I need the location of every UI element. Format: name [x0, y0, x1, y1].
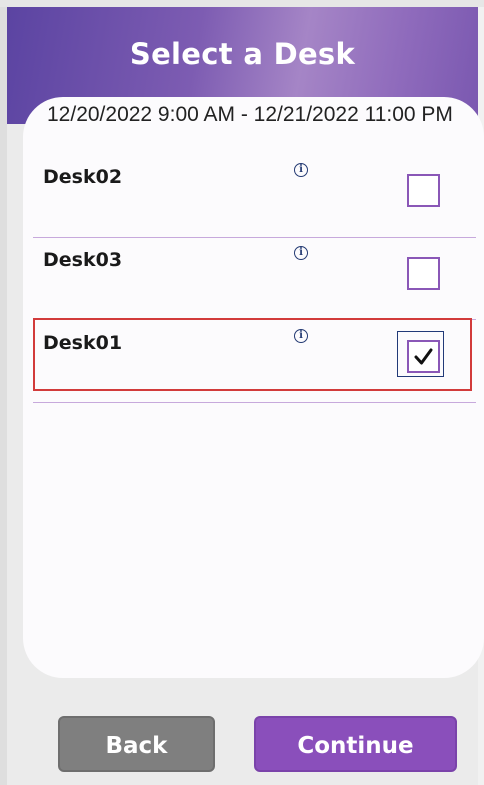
desk-name: Desk03	[43, 249, 123, 271]
info-icon[interactable]: i	[294, 163, 308, 177]
continue-button[interactable]: Continue	[254, 716, 457, 772]
divider	[33, 237, 476, 238]
checkbox-focus-outline	[397, 331, 444, 377]
page-title: Select a Desk	[129, 37, 356, 71]
info-icon[interactable]: i	[294, 246, 308, 260]
desk-name: Desk01	[43, 332, 123, 354]
top-strip	[0, 0, 484, 7]
desk03-checkbox[interactable]	[407, 257, 440, 290]
desk-name: Desk02	[43, 166, 123, 188]
info-icon[interactable]: i	[294, 329, 308, 343]
divider	[33, 402, 476, 403]
left-strip	[0, 7, 7, 785]
desk02-checkbox[interactable]	[407, 174, 440, 207]
booking-date-range: 12/20/2022 9:00 AM - 12/21/2022 11:00 PM	[47, 103, 453, 126]
back-button[interactable]: Back	[58, 716, 215, 772]
